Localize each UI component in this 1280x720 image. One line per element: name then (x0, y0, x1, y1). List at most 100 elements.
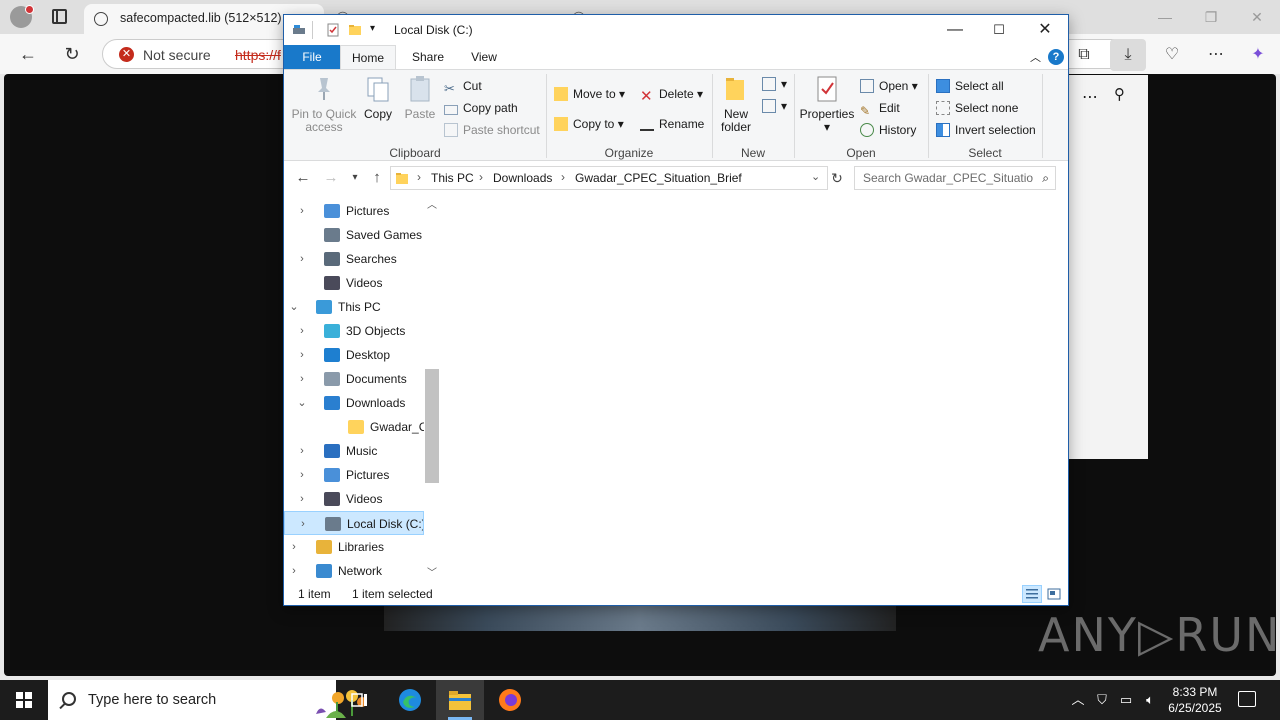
collapsed-chevron-icon[interactable]: › (296, 199, 308, 223)
tree-item[interactable]: ⌄ Downloads (284, 391, 424, 415)
copy-path-button[interactable]: Copy path (444, 98, 518, 118)
tree-item[interactable]: › Local Disk (C:) (284, 511, 424, 535)
rename-button[interactable]: Rename (640, 114, 704, 134)
tree-item[interactable]: › Network (284, 559, 424, 579)
tree-item[interactable]: Saved Games (284, 223, 424, 247)
show-hidden-icons-chevron-icon[interactable]: ︿ (1070, 692, 1086, 708)
invert-selection-button[interactable]: Invert selection (936, 120, 1036, 140)
back-icon[interactable]: ← (294, 169, 312, 187)
breadcrumb-this-pc[interactable]: This PC (431, 171, 474, 185)
scroll-up-icon[interactable]: ︿ (424, 199, 440, 213)
collapsed-chevron-icon[interactable]: › (296, 487, 308, 511)
paste-button[interactable]: Paste (400, 74, 440, 121)
delete-button[interactable]: ✕ Delete ▾ (640, 84, 703, 104)
address-path-box[interactable]: › This PC › Downloads › Gwadar_CPEC_Situ… (390, 166, 828, 190)
collapsed-chevron-icon[interactable]: › (288, 559, 300, 579)
minimize-button[interactable]: — (932, 15, 978, 45)
paste-shortcut-button[interactable]: Paste shortcut (444, 120, 540, 140)
pin-to-quick-access-button[interactable]: Pin to Quick access (290, 74, 358, 134)
collapsed-chevron-icon[interactable]: › (296, 319, 308, 343)
task-view-button[interactable] (336, 680, 384, 720)
more-icon[interactable]: ⋯ (1082, 87, 1098, 107)
file-list-area[interactable] (441, 197, 1067, 579)
profile-icon[interactable] (10, 5, 34, 28)
browser-close-button[interactable]: ✕ (1234, 0, 1280, 34)
tab-file[interactable]: File (284, 45, 340, 69)
collapsed-chevron-icon[interactable]: › (288, 535, 300, 559)
recent-locations-chevron-icon[interactable]: ▾ (346, 169, 364, 187)
browser-restore-button[interactable]: ❐ (1188, 0, 1234, 34)
breadcrumb-separator-icon[interactable]: › (479, 170, 483, 184)
collapsed-chevron-icon[interactable]: › (296, 367, 308, 391)
close-button[interactable]: ✕ (1022, 15, 1068, 45)
collapsed-chevron-icon[interactable]: › (297, 512, 309, 534)
back-arrow-icon[interactable]: ← (16, 42, 40, 66)
pin-icon[interactable]: ⚲ (1114, 85, 1125, 103)
properties-qa-icon[interactable] (326, 23, 340, 37)
volume-icon[interactable]: 🔈︎ (1142, 692, 1158, 708)
refresh-icon[interactable]: ↻ (60, 42, 84, 66)
system-clock[interactable]: 8:33 PM 6/25/2025 (1166, 684, 1224, 716)
windows-start-icon[interactable] (16, 692, 32, 708)
move-to-button[interactable]: Move to ▾ (554, 84, 625, 104)
expanded-chevron-icon[interactable]: ⌄ (288, 295, 300, 319)
copy-button[interactable]: Copy (360, 74, 396, 121)
tree-item[interactable]: › Documents (284, 367, 424, 391)
security-tray-icon[interactable]: ⛉ (1094, 692, 1110, 708)
tree-item[interactable]: › 3D Objects (284, 319, 424, 343)
tree-item[interactable]: › Searches (284, 247, 424, 271)
cut-button[interactable]: ✂ Cut (444, 76, 482, 96)
download-icon[interactable]: ⤓ (1117, 44, 1139, 66)
taskbar-search-box[interactable]: Type here to search (48, 680, 367, 720)
collections-icon[interactable]: ⧉ (1073, 44, 1095, 66)
not-secure-label[interactable]: Not secure (143, 47, 211, 63)
tab-actions-icon[interactable] (52, 9, 67, 24)
tree-item[interactable]: › Pictures (284, 463, 424, 487)
properties-button[interactable]: Properties ▾ (798, 74, 856, 134)
new-item-button[interactable]: ▾ (762, 74, 787, 94)
history-button[interactable]: History (860, 120, 916, 140)
tab-view[interactable]: View (458, 45, 510, 69)
file-explorer-taskbar-button[interactable] (436, 680, 484, 720)
tree-item[interactable]: › Pictures (284, 199, 424, 223)
browser-essentials-icon[interactable]: ♡ (1161, 44, 1183, 66)
address-history-chevron-icon[interactable]: ⌄ (811, 170, 820, 183)
new-folder-qa-icon[interactable] (348, 23, 362, 37)
new-folder-button[interactable]: New folder (718, 74, 754, 134)
details-view-icon[interactable] (1022, 585, 1042, 603)
breadcrumb-separator-icon[interactable]: › (417, 170, 421, 184)
collapsed-chevron-icon[interactable]: › (296, 247, 308, 271)
up-icon[interactable]: ↑ (368, 169, 386, 187)
search-icon[interactable]: ⌕ (1042, 171, 1049, 186)
maximize-button[interactable]: ☐ (976, 15, 1022, 45)
collapsed-chevron-icon[interactable]: › (296, 463, 308, 487)
copy-to-button[interactable]: Copy to ▾ (554, 114, 624, 134)
tab-home[interactable]: Home (340, 45, 396, 69)
help-icon[interactable]: ? (1048, 49, 1064, 65)
notifications-icon[interactable] (1238, 691, 1256, 707)
select-none-button[interactable]: Select none (936, 98, 1018, 118)
search-input[interactable]: Search Gwadar_CPEC_Situatio... ⌕ (854, 166, 1056, 190)
easy-access-button[interactable]: ▾ (762, 96, 787, 116)
scroll-thumb[interactable] (425, 369, 439, 483)
breadcrumb-downloads[interactable]: Downloads (493, 171, 552, 185)
breadcrumb-current-folder[interactable]: Gwadar_CPEC_Situation_Brief (575, 171, 742, 185)
tree-item[interactable]: ⌄ This PC (284, 295, 424, 319)
copilot-icon[interactable]: ✦ (1247, 44, 1269, 66)
tree-item[interactable]: › Videos (284, 487, 424, 511)
tree-item[interactable]: › Music (284, 439, 424, 463)
url-text[interactable]: https://f (235, 47, 281, 63)
more-options-icon[interactable]: ⋯ (1205, 44, 1227, 66)
firefox-taskbar-button[interactable] (486, 680, 534, 720)
edit-button[interactable]: ✎ Edit (860, 98, 900, 118)
collapsed-chevron-icon[interactable]: › (296, 343, 308, 367)
expanded-chevron-icon[interactable]: ⌄ (296, 391, 308, 415)
tree-item[interactable]: › Desktop (284, 343, 424, 367)
network-tray-icon[interactable]: ▭ (1118, 692, 1134, 708)
select-all-button[interactable]: Select all (936, 76, 1004, 96)
collapse-ribbon-icon[interactable]: ︿ (1030, 49, 1041, 65)
scroll-down-icon[interactable]: ﹀ (424, 567, 440, 581)
tree-item[interactable]: Videos (284, 271, 424, 295)
customize-qa-chevron-icon[interactable]: ▾ (370, 23, 375, 34)
open-button[interactable]: Open ▾ (860, 76, 918, 96)
